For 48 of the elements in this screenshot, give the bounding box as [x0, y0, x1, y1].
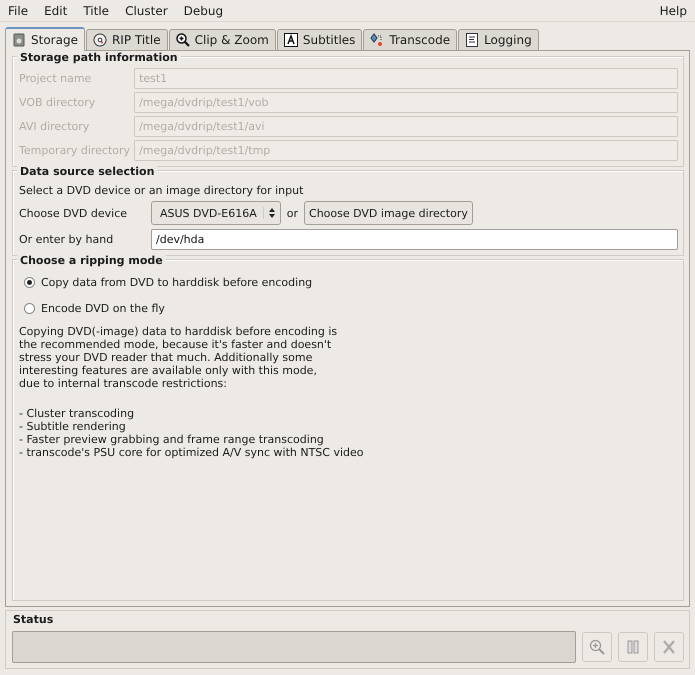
field-label: VOB directory	[19, 96, 96, 109]
section-title: Storage path information	[17, 51, 181, 64]
feature-item: - Subtitle rendering	[19, 420, 127, 433]
drive-icon	[12, 33, 26, 47]
up-down-arrows-icon	[262, 207, 276, 219]
feature-item: - transcode's PSU core for optimized A/V sync with NTSC video	[19, 446, 365, 459]
device-dropdown[interactable]: ASUS DVD-E616A	[151, 201, 281, 225]
document-icon	[465, 33, 480, 47]
section-title: Choose a ripping mode	[17, 254, 166, 267]
zoom-button[interactable]	[582, 632, 612, 662]
transcode-icon	[370, 33, 384, 47]
field-label: Choose DVD device	[19, 206, 128, 220]
cancel-button[interactable]	[654, 632, 684, 662]
tab[interactable]: Subtitles	[276, 29, 362, 50]
radio-option[interactable]: Encode DVD on the fly	[19, 297, 678, 319]
radio-button[interactable]	[24, 276, 35, 288]
zoom-in-icon	[589, 639, 605, 655]
cross-icon	[661, 639, 677, 655]
menu-item[interactable]: Debug	[176, 4, 232, 18]
radio-button[interactable]	[24, 302, 35, 314]
choose-directory-button[interactable]: Choose DVD image directory	[304, 201, 473, 225]
zoom-in-icon	[176, 33, 190, 47]
field-label: AVI directory	[19, 120, 90, 133]
menu-item[interactable]: Title	[75, 4, 118, 18]
pause-button[interactable]	[618, 632, 648, 662]
letter-a-icon	[284, 33, 298, 47]
menu-item[interactable]: Cluster	[117, 4, 176, 18]
menu-item[interactable]: Edit	[36, 4, 76, 18]
tab[interactable]: Transcode	[363, 29, 458, 50]
section-title: Data source selection	[17, 165, 158, 178]
feature-item: - Faster preview grabbing and frame range transcoding	[19, 433, 325, 446]
tab[interactable]: Storage	[5, 27, 85, 51]
description-text: Copying DVD(-image) data to harddisk before encoding is the recommended mode, because it's faster and doesn't stress your DVD reader that much. Additionally some interesting features are available only with this mode, due to internal transcode restrictions:	[19, 325, 338, 390]
tab[interactable]: Logging	[458, 29, 539, 50]
hint-text: Select a DVD device or an image directory for input	[19, 183, 304, 197]
disc-icon	[92, 33, 107, 47]
tab[interactable]: Clip & Zoom	[168, 29, 276, 50]
menu-item[interactable]: Help	[652, 4, 695, 18]
tab[interactable]: RIP Title	[86, 29, 168, 50]
input-field[interactable]: /dev/hda	[151, 229, 678, 250]
pause-icon	[625, 639, 641, 655]
or-text: or	[286, 206, 298, 220]
field-label: Or enter by hand	[19, 233, 114, 246]
field-label: Temporary directory	[19, 144, 130, 157]
menu-item[interactable]: File	[0, 4, 36, 18]
field-label: Project name	[19, 72, 92, 85]
feature-item: - Cluster transcoding	[19, 407, 136, 420]
radio-option[interactable]: Copy data from DVD to harddisk before encoding	[19, 271, 678, 293]
